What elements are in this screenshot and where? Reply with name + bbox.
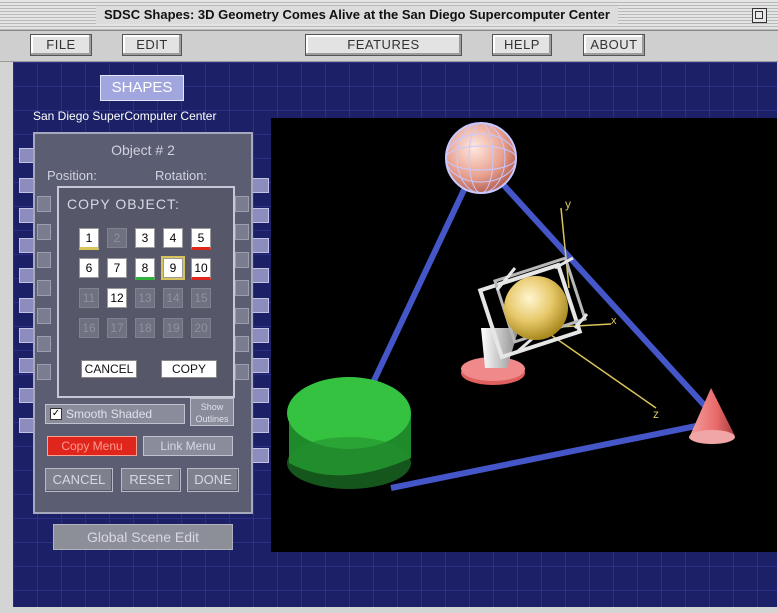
copy-confirm-button[interactable]: COPY (161, 360, 217, 378)
copy-object-dialog: COPY OBJECT: 1 2 3 4 5 6 7 8 9 10 11 12 13 14 15 16 17 18… (57, 186, 235, 398)
object-number-button: 16 (79, 318, 99, 338)
object-number-button: 13 (135, 288, 155, 308)
position-field[interactable] (37, 252, 51, 268)
object-number-button[interactable]: 9 (161, 256, 185, 280)
org-label: San Diego SuperComputer Center (33, 109, 217, 123)
copy-menu-button[interactable]: Copy Menu (47, 436, 137, 456)
object-number-button: 15 (191, 288, 211, 308)
object-title: Object # 2 (111, 142, 175, 158)
rotation-field[interactable] (235, 224, 249, 240)
axis-y-label: y (565, 197, 571, 211)
object-number-button: 20 (191, 318, 211, 338)
link-line (390, 420, 712, 491)
object-edit-panel: Object # 2 Position: Rotation: COPY OBJE… (33, 132, 253, 514)
window-title: SDSC Shapes: 3D Geometry Comes Alive at … (96, 6, 618, 24)
scene-canvas: y x z (287, 122, 735, 491)
cylinder (287, 377, 411, 489)
object-number-button: 2 (107, 228, 127, 248)
background-control (251, 208, 269, 223)
position-field[interactable] (37, 336, 51, 352)
axis-x-label: x (611, 315, 617, 327)
background-control (251, 388, 269, 403)
object-number-button[interactable]: 5 (191, 228, 211, 250)
background-control (251, 178, 269, 193)
object-number-button: 19 (163, 318, 183, 338)
object-number-button: 17 (107, 318, 127, 338)
background-control (251, 448, 269, 463)
object-number-button: 11 (79, 288, 99, 308)
title-bar[interactable]: SDSC Shapes: 3D Geometry Comes Alive at … (0, 0, 778, 31)
position-label: Position: (47, 168, 97, 183)
workspace: SHAPES San Diego SuperComputer Center Ob… (13, 62, 777, 607)
pedestal (461, 328, 525, 385)
rotation-field[interactable] (235, 252, 249, 268)
link-menu-button[interactable]: Link Menu (143, 436, 233, 456)
rotation-field[interactable] (235, 280, 249, 296)
object-number-button: 14 (163, 288, 183, 308)
object-number-button[interactable]: 7 (107, 258, 127, 278)
background-control (251, 298, 269, 313)
wireframe-sphere (445, 122, 517, 194)
show-outlines-button[interactable]: Show Outlines (190, 398, 234, 426)
rotation-field[interactable] (235, 364, 249, 380)
object-number-button[interactable]: 3 (135, 228, 155, 248)
position-field[interactable] (37, 196, 51, 212)
smooth-shaded-label: Smooth Shaded (66, 407, 153, 421)
cancel-button[interactable]: CANCEL (45, 468, 113, 492)
features-menu-button[interactable]: FEATURES (305, 34, 462, 56)
file-menu-button[interactable]: FILE (30, 34, 92, 56)
rotation-field[interactable] (235, 308, 249, 324)
edit-menu-button[interactable]: EDIT (122, 34, 182, 56)
copy-cancel-button[interactable]: CANCEL (81, 360, 137, 378)
object-number-button[interactable]: 4 (163, 228, 183, 248)
object-number-button[interactable]: 8 (135, 258, 155, 280)
position-field[interactable] (37, 224, 51, 240)
object-number-button[interactable]: 1 (79, 228, 99, 250)
background-control (251, 418, 269, 433)
rotation-field[interactable] (235, 196, 249, 212)
object-number-button[interactable]: 12 (107, 288, 127, 308)
position-field[interactable] (37, 364, 51, 380)
shapes-button[interactable]: SHAPES (100, 75, 184, 101)
selected-sphere (504, 276, 568, 340)
reset-button[interactable]: RESET (121, 468, 181, 492)
smooth-shaded-toggle[interactable]: ✓ Smooth Shaded (45, 404, 185, 424)
app-window: SDSC Shapes: 3D Geometry Comes Alive at … (0, 0, 778, 613)
done-button[interactable]: DONE (187, 468, 239, 492)
object-number-button[interactable]: 10 (191, 258, 211, 280)
rotation-field[interactable] (235, 336, 249, 352)
menu-bar: FILE EDIT FEATURES HELP ABOUT (0, 31, 778, 62)
background-control (251, 328, 269, 343)
zoom-box-icon[interactable] (752, 8, 767, 23)
3d-viewport[interactable]: y x z (271, 118, 777, 552)
object-number-button[interactable]: 6 (79, 258, 99, 278)
help-menu-button[interactable]: HELP (492, 34, 552, 56)
background-control (251, 238, 269, 253)
object-number-button: 18 (135, 318, 155, 338)
global-scene-edit-button[interactable]: Global Scene Edit (53, 524, 233, 550)
axis-z-label: z (653, 407, 659, 421)
about-menu-button[interactable]: ABOUT (583, 34, 645, 56)
position-field[interactable] (37, 308, 51, 324)
copy-dialog-title: COPY OBJECT: (67, 196, 180, 212)
rotation-label: Rotation: (155, 168, 208, 183)
position-field[interactable] (37, 280, 51, 296)
background-control (251, 358, 269, 373)
checkmark-icon: ✓ (50, 408, 62, 420)
background-control (251, 268, 269, 283)
